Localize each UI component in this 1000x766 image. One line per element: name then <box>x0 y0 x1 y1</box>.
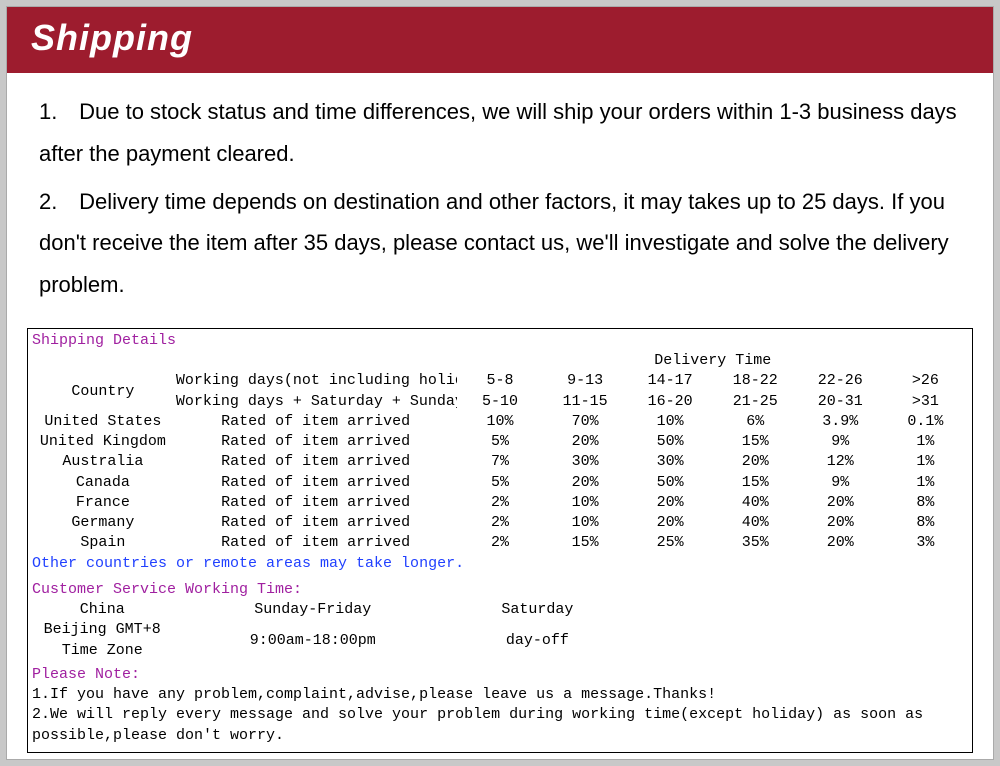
value-cell: 12% <box>798 452 883 472</box>
table-row: Delivery Time <box>32 351 968 371</box>
shipping-details-title: Shipping Details <box>32 331 968 351</box>
value-cell: 7% <box>457 452 542 472</box>
table-row: SpainRated of item arrived2%15%25%35%20%… <box>32 533 968 553</box>
value-cell: 30% <box>543 452 628 472</box>
please-note-2: 2.We will reply every message and solve … <box>32 705 968 746</box>
country-cell: Germany <box>32 513 174 533</box>
working-days-label: Working days(not including holiday) <box>174 371 458 391</box>
value-cell: 3.9% <box>798 412 883 432</box>
value-cell: 10% <box>543 493 628 513</box>
rated-label-cell: Rated of item arrived <box>174 452 458 472</box>
value-cell: 1% <box>883 452 968 472</box>
table-row: Country Working days(not including holid… <box>32 371 968 391</box>
table-row: CanadaRated of item arrived5%20%50%15%9%… <box>32 473 968 493</box>
value-cell: 10% <box>628 412 713 432</box>
rated-label-cell: Rated of item arrived <box>174 513 458 533</box>
country-cell: Canada <box>32 473 174 493</box>
country-cell: Spain <box>32 533 174 553</box>
value-cell: 5% <box>457 473 542 493</box>
value-cell: 50% <box>628 473 713 493</box>
country-cell: United States <box>32 412 174 432</box>
value-cell: 15% <box>543 533 628 553</box>
delivery-time-table: Delivery Time Country Working days(not i… <box>32 351 968 554</box>
value-cell: 20% <box>798 513 883 533</box>
rated-label-cell: Rated of item arrived <box>174 432 458 452</box>
value-cell: 10% <box>457 412 542 432</box>
value-cell: 2% <box>457 533 542 553</box>
value-cell: 25% <box>628 533 713 553</box>
value-cell: 15% <box>713 432 798 452</box>
value-cell: 2% <box>457 513 542 533</box>
table-row: AustraliaRated of item arrived7%30%30%20… <box>32 452 968 472</box>
value-cell: 20% <box>713 452 798 472</box>
working-days-sat-sun-label: Working days + Saturday + Sunday <box>174 392 458 412</box>
customer-service-table: China Sunday-Friday Saturday Beijing GMT… <box>32 600 968 661</box>
paragraph-2: Delivery time depends on destination and… <box>39 189 949 298</box>
rated-label-cell: Rated of item arrived <box>174 473 458 493</box>
customer-service-title: Customer Service Working Time: <box>32 580 968 600</box>
table-row: United StatesRated of item arrived10%70%… <box>32 412 968 432</box>
shipping-details-box: Shipping Details Delivery Time Country W… <box>27 328 973 753</box>
value-cell: 50% <box>628 432 713 452</box>
value-cell: 3% <box>883 533 968 553</box>
value-cell: 8% <box>883 493 968 513</box>
please-note-1: 1.If you have any problem,complaint,advi… <box>32 685 968 705</box>
paragraph-1: Due to stock status and time differences… <box>39 99 957 166</box>
country-cell: Australia <box>32 452 174 472</box>
value-cell: 40% <box>713 493 798 513</box>
value-cell: 8% <box>883 513 968 533</box>
value-cell: 40% <box>713 513 798 533</box>
value-cell: 70% <box>543 412 628 432</box>
other-countries-note: Other countries or remote areas may take… <box>32 554 968 574</box>
value-cell: 20% <box>543 432 628 452</box>
value-cell: 20% <box>543 473 628 493</box>
value-cell: 9% <box>798 432 883 452</box>
value-cell: 20% <box>628 513 713 533</box>
table-row: United KingdomRated of item arrived5%20%… <box>32 432 968 452</box>
value-cell: 1% <box>883 432 968 452</box>
shipping-description: 1. Due to stock status and time differen… <box>7 73 993 322</box>
value-cell: 5% <box>457 432 542 452</box>
list-number-2: 2. <box>39 181 73 223</box>
section-header: Shipping <box>7 7 993 73</box>
value-cell: 20% <box>798 493 883 513</box>
value-cell: 1% <box>883 473 968 493</box>
value-cell: 30% <box>628 452 713 472</box>
table-row: Beijing GMT+8 9:00am-18:00pm day-off <box>32 620 968 640</box>
table-row: GermanyRated of item arrived2%10%20%40%2… <box>32 513 968 533</box>
rated-label-cell: Rated of item arrived <box>174 493 458 513</box>
table-row: FranceRated of item arrived2%10%20%40%20… <box>32 493 968 513</box>
value-cell: 20% <box>628 493 713 513</box>
delivery-time-header: Delivery Time <box>457 351 968 371</box>
country-header: Country <box>32 371 174 412</box>
value-cell: 0.1% <box>883 412 968 432</box>
please-note-title: Please Note: <box>32 665 968 685</box>
value-cell: 35% <box>713 533 798 553</box>
value-cell: 9% <box>798 473 883 493</box>
value-cell: 15% <box>713 473 798 493</box>
value-cell: 2% <box>457 493 542 513</box>
list-number-1: 1. <box>39 91 73 133</box>
value-cell: 10% <box>543 513 628 533</box>
rated-label-cell: Rated of item arrived <box>174 533 458 553</box>
rated-label-cell: Rated of item arrived <box>174 412 458 432</box>
value-cell: 6% <box>713 412 798 432</box>
country-cell: France <box>32 493 174 513</box>
table-row: China Sunday-Friday Saturday <box>32 600 968 620</box>
value-cell: 20% <box>798 533 883 553</box>
country-cell: United Kingdom <box>32 432 174 452</box>
